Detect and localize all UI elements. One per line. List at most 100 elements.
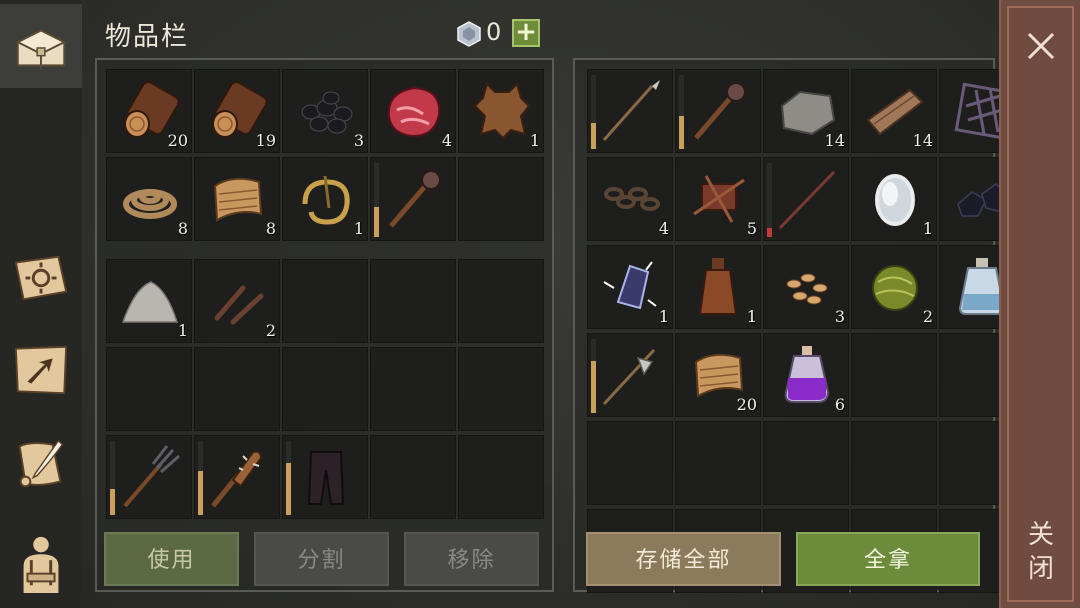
item-quantity: 3 xyxy=(834,307,845,326)
player-slot-fishing-hook[interactable]: 1 xyxy=(282,157,368,241)
nav-quest-tab[interactable] xyxy=(0,422,82,506)
item-quantity: 14 xyxy=(824,131,845,150)
backpack-slot-nails[interactable]: 2 xyxy=(194,259,280,343)
remove-button[interactable]: 移除 xyxy=(404,532,539,586)
add-currency-button[interactable]: + xyxy=(512,19,540,47)
chest-slot-halberd[interactable] xyxy=(587,333,673,417)
close-sidebar-frame xyxy=(1007,6,1074,602)
durability-bar xyxy=(374,163,379,237)
item-quantity: 4 xyxy=(658,219,669,238)
backpack-slot-empty[interactable] xyxy=(458,347,544,431)
chest-slot-empty[interactable] xyxy=(675,421,761,505)
coal-icon xyxy=(301,91,353,134)
chest-inventory-panel: 14141451111321206 xyxy=(573,58,1025,593)
item-quantity: 14 xyxy=(912,131,933,150)
backpack-slot-pitchfork[interactable] xyxy=(106,435,192,519)
item-quantity: 6 xyxy=(834,395,845,414)
item-quantity: 1 xyxy=(529,131,540,150)
chest-slot-scrap-metal[interactable]: 5 xyxy=(675,157,761,241)
nav-chest-tab[interactable] xyxy=(0,4,82,88)
item-quantity: 19 xyxy=(255,131,276,150)
gem-currency-icon xyxy=(457,21,481,47)
sun-map-icon xyxy=(14,255,68,301)
chest-slot-empty[interactable] xyxy=(851,421,937,505)
backpack-icon xyxy=(23,536,59,593)
use-button[interactable]: 使用 xyxy=(104,532,239,586)
take-all-button[interactable]: 全拿 xyxy=(796,532,980,586)
player-slot-log[interactable]: 19 xyxy=(194,69,280,153)
backpack-slot-empty[interactable] xyxy=(370,347,456,431)
close-sidebar[interactable]: 关闭 xyxy=(999,0,1080,608)
item-quantity: 3 xyxy=(353,131,364,150)
player-slot-log[interactable]: 20 xyxy=(106,69,192,153)
player-slot-rope[interactable]: 8 xyxy=(106,157,192,241)
chest-slot-plank[interactable]: 14 xyxy=(851,69,937,153)
close-label[interactable]: 关闭 xyxy=(1023,518,1059,586)
close-icon[interactable] xyxy=(1023,28,1059,64)
item-quantity: 2 xyxy=(922,307,933,326)
durability-bar xyxy=(679,75,684,149)
player-inventory-panel: 20 19 3 4 1 8 8 1 1 2 xyxy=(95,58,554,592)
spear-icon xyxy=(602,80,660,141)
chest-slot-spear[interactable] xyxy=(587,69,673,153)
left-nav xyxy=(0,0,82,608)
nav-crafting-tab[interactable] xyxy=(0,236,82,320)
player-slot-cloth[interactable]: 8 xyxy=(194,157,280,241)
backpack-slot-empty[interactable] xyxy=(458,259,544,343)
chest-slot-cloth[interactable]: 20 xyxy=(675,333,761,417)
cloth-icon xyxy=(213,177,263,222)
quill-scroll-icon xyxy=(18,439,64,488)
backpack-slot-empty[interactable] xyxy=(106,347,192,431)
player-slot-empty[interactable] xyxy=(458,157,544,241)
backpack-slot-empty[interactable] xyxy=(194,347,280,431)
arrow-map-icon xyxy=(14,345,68,395)
chest-slot-crystal[interactable]: 1 xyxy=(587,245,673,329)
chest-slot-empty[interactable] xyxy=(851,333,937,417)
player-slot-coal[interactable]: 3 xyxy=(282,69,368,153)
chest-slot-stone[interactable]: 14 xyxy=(763,69,849,153)
durability-bar xyxy=(198,441,203,515)
chest-slot-empty[interactable] xyxy=(763,421,849,505)
item-quantity: 4 xyxy=(441,131,452,150)
chest-slot-seeds[interactable]: 3 xyxy=(763,245,849,329)
crystal-icon xyxy=(603,261,657,310)
spiked-club-icon xyxy=(211,450,263,508)
store-all-button[interactable]: 存储全部 xyxy=(586,532,781,586)
player-slot-hide[interactable]: 1 xyxy=(458,69,544,153)
mace-icon xyxy=(694,79,749,140)
nails-icon xyxy=(214,285,264,325)
nav-character-tab[interactable] xyxy=(0,520,82,604)
sand-icon xyxy=(121,281,179,323)
nav-map-tab[interactable] xyxy=(0,328,82,412)
item-quantity: 8 xyxy=(177,219,188,238)
chest-slot-bottle[interactable]: 1 xyxy=(675,245,761,329)
durability-bar xyxy=(110,441,115,515)
mirror-icon xyxy=(875,174,915,226)
mace-icon xyxy=(389,167,444,228)
chest-slot-herb-ball[interactable]: 2 xyxy=(851,245,937,329)
durability-bar xyxy=(591,75,596,149)
player-slot-raw-meat[interactable]: 4 xyxy=(370,69,456,153)
gem-count: 0 xyxy=(486,18,502,46)
chest-slot-chain[interactable]: 4 xyxy=(587,157,673,241)
backpack-slot-empty[interactable] xyxy=(370,259,456,343)
backpack-slot-sand[interactable]: 1 xyxy=(106,259,192,343)
backpack-slot-empty[interactable] xyxy=(282,259,368,343)
hide-icon xyxy=(473,82,531,140)
backpack-slot-empty[interactable] xyxy=(370,435,456,519)
backpack-slot-spiked-club[interactable] xyxy=(194,435,280,519)
chest-slot-potion[interactable]: 6 xyxy=(763,333,849,417)
herb-ball-icon xyxy=(872,265,918,311)
chest-slot-mace[interactable] xyxy=(675,69,761,153)
chest-slot-mirror[interactable]: 1 xyxy=(851,157,937,241)
backpack-slot-pants[interactable] xyxy=(282,435,368,519)
backpack-slot-empty[interactable] xyxy=(282,347,368,431)
chest-slot-empty[interactable] xyxy=(587,421,673,505)
chest-icon xyxy=(15,29,67,70)
split-button[interactable]: 分割 xyxy=(254,532,389,586)
durability-bar xyxy=(591,339,596,413)
player-slot-mace[interactable] xyxy=(370,157,456,241)
chest-slot-rod[interactable] xyxy=(763,157,849,241)
item-quantity: 20 xyxy=(736,395,757,414)
backpack-slot-empty[interactable] xyxy=(458,435,544,519)
